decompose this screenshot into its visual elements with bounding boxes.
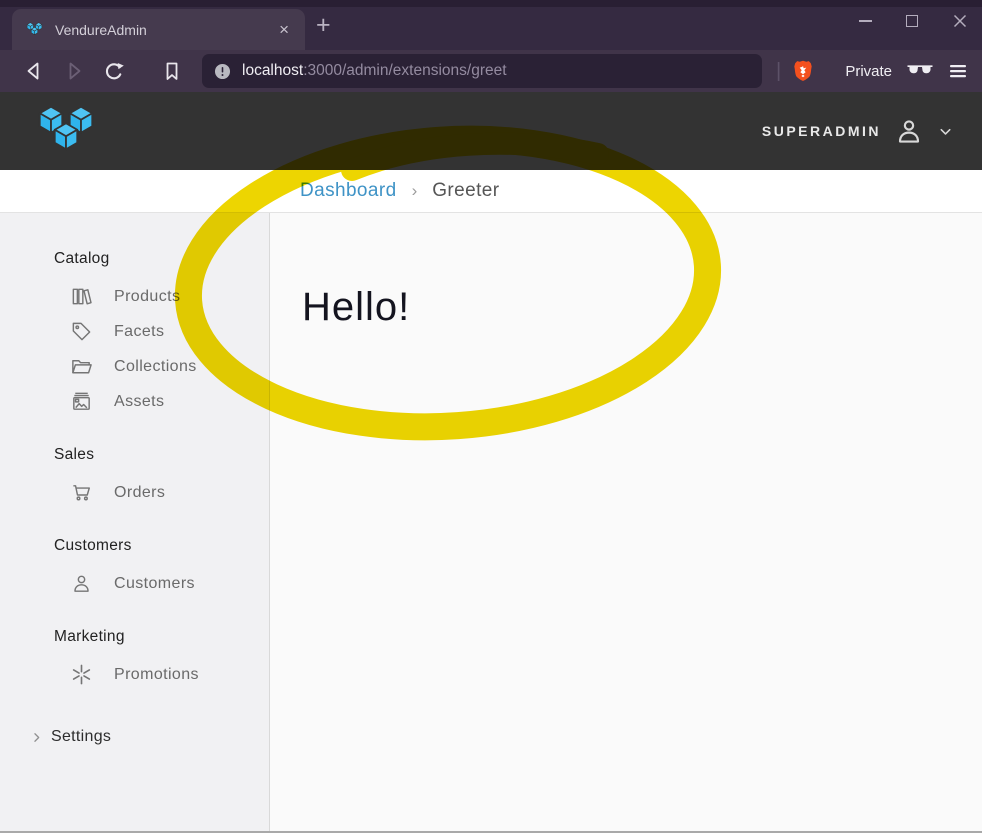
tag-icon (70, 320, 93, 343)
cart-icon (70, 481, 93, 504)
breadcrumb-current: Greeter (432, 180, 499, 202)
url-path: :3000/admin/extensions/greet (303, 62, 506, 79)
new-tab-button[interactable]: + (316, 13, 331, 38)
vendure-logo[interactable] (28, 101, 104, 161)
reload-button[interactable] (102, 59, 126, 83)
sidebar-section-marketing: Marketing Promotions (0, 628, 269, 692)
back-button[interactable] (22, 59, 46, 83)
url-host: localhost (242, 62, 303, 79)
settings-label: Settings (51, 728, 111, 746)
forward-button[interactable] (62, 59, 86, 83)
sidebar-item-assets[interactable]: Assets (0, 384, 269, 419)
private-glasses-icon (906, 62, 934, 80)
chevron-down-icon (937, 123, 954, 140)
sidebar-item-label: Customers (114, 575, 195, 593)
close-icon[interactable] (952, 13, 968, 29)
user-icon (70, 572, 93, 595)
section-title: Catalog (0, 250, 269, 268)
sidebar-item-promotions[interactable]: Promotions (0, 657, 269, 692)
maximize-icon[interactable] (906, 15, 918, 27)
sidebar-item-label: Orders (114, 484, 165, 502)
browser-window: VendureAdmin × + (0, 0, 982, 833)
chevron-right-icon (29, 730, 44, 745)
toolbar-separator: | (776, 60, 781, 83)
breadcrumb-separator: › (412, 181, 418, 201)
url-text: localhost:3000/admin/extensions/greet (242, 62, 507, 80)
sidebar-item-products[interactable]: Products (0, 279, 269, 314)
toolbar-right-cluster: Private (845, 61, 968, 81)
sidebar-item-label: Promotions (114, 666, 199, 684)
sidebar-item-label: Products (114, 288, 180, 306)
sidebar: Catalog Products (0, 213, 270, 831)
site-info-icon[interactable] (213, 62, 232, 81)
breadcrumb-link-dashboard[interactable]: Dashboard (300, 180, 397, 202)
url-bar[interactable]: localhost:3000/admin/extensions/greet (202, 54, 762, 88)
minimize-icon[interactable] (859, 20, 872, 22)
folder-icon (70, 355, 93, 378)
tab-close-icon[interactable]: × (275, 19, 293, 40)
tab-title: VendureAdmin (55, 22, 275, 38)
main-content: Hello! (270, 213, 982, 831)
sidebar-section-settings[interactable]: Settings (0, 728, 269, 746)
browser-toolbar: localhost:3000/admin/extensions/greet | … (0, 50, 982, 92)
asterisk-icon (70, 663, 93, 686)
breadcrumb: Dashboard › Greeter (0, 170, 982, 213)
sidebar-item-facets[interactable]: Facets (0, 314, 269, 349)
image-icon (70, 390, 93, 413)
section-title: Sales (0, 446, 269, 464)
app-header: SUPERADMIN (0, 92, 982, 170)
vendure-favicon-icon (24, 21, 45, 38)
sidebar-item-orders[interactable]: Orders (0, 475, 269, 510)
sidebar-item-label: Facets (114, 323, 164, 341)
browser-tab[interactable]: VendureAdmin × (12, 9, 305, 50)
bookmark-icon[interactable] (160, 59, 184, 83)
sidebar-section-sales: Sales Orders (0, 446, 269, 510)
window-controls (859, 8, 968, 34)
sidebar-section-customers: Customers Customers (0, 537, 269, 601)
section-title: Customers (0, 537, 269, 555)
brave-shield-icon[interactable] (791, 59, 815, 83)
sidebar-section-catalog: Catalog Products (0, 250, 269, 419)
library-icon (70, 285, 93, 308)
sidebar-item-collections[interactable]: Collections (0, 349, 269, 384)
greeting-text: Hello! (302, 285, 982, 330)
sidebar-item-label: Collections (114, 358, 197, 376)
browser-titlebar: VendureAdmin × + (0, 0, 982, 50)
menu-hamburger-icon[interactable] (948, 61, 968, 81)
user-avatar-icon (894, 116, 924, 146)
sidebar-item-customers[interactable]: Customers (0, 566, 269, 601)
private-window-label: Private (845, 63, 892, 80)
section-title: Marketing (0, 628, 269, 646)
user-menu[interactable]: SUPERADMIN (762, 116, 954, 146)
sidebar-item-label: Assets (114, 393, 164, 411)
username-label: SUPERADMIN (762, 123, 881, 139)
